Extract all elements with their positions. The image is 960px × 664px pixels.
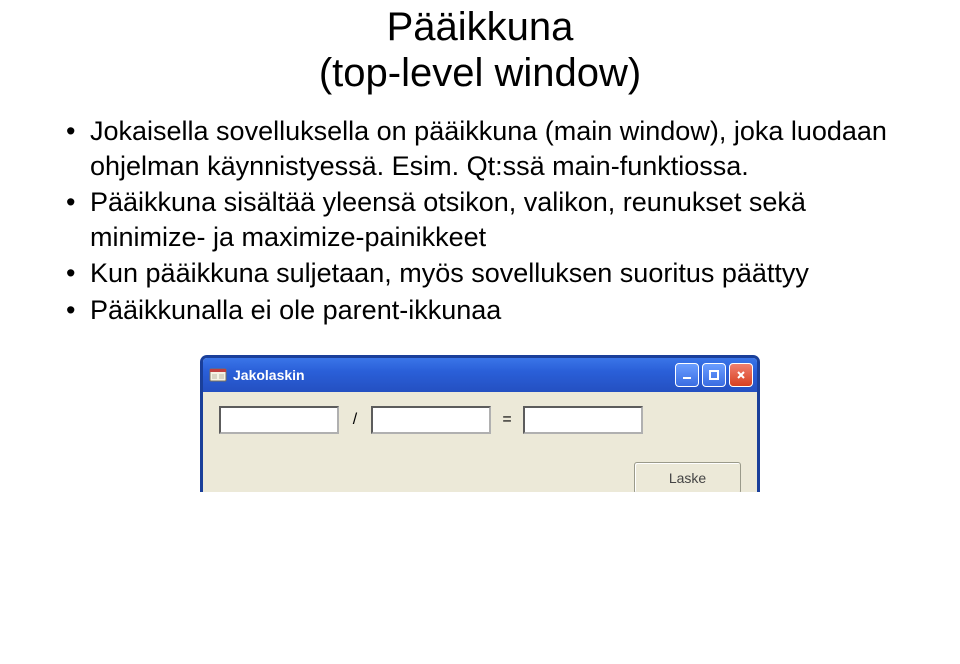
window-chrome: Jakolaskin <box>200 355 760 502</box>
slide: Pääikkuna (top-level window) Jokaisella … <box>0 0 960 664</box>
app-icon <box>209 366 227 384</box>
divide-label: / <box>349 411 361 429</box>
bullet-item: Pääikkuna sisältää yleensä otsikon, vali… <box>60 185 900 254</box>
bullet-item: Kun pääikkuna suljetaan, myös sovellukse… <box>60 256 900 291</box>
screenshot-window: Jakolaskin <box>200 355 760 502</box>
result-input[interactable] <box>523 406 643 434</box>
button-row: Laske <box>219 462 741 494</box>
maximize-button[interactable] <box>702 363 726 387</box>
calculate-button[interactable]: Laske <box>634 462 741 494</box>
minimize-button[interactable] <box>675 363 699 387</box>
equals-label: = <box>501 411 513 429</box>
input-row: / = <box>219 406 741 434</box>
bullet-item: Jokaisella sovelluksella on pääikkuna (m… <box>60 114 900 183</box>
window-buttons <box>675 363 753 387</box>
client-area: / = Laske <box>203 392 757 502</box>
operand-2-input[interactable] <box>371 406 491 434</box>
close-button[interactable] <box>729 363 753 387</box>
titlebar: Jakolaskin <box>203 358 757 392</box>
window-title: Jakolaskin <box>233 367 675 383</box>
bullet-item: Pääikkunalla ei ole parent-ikkunaa <box>60 293 900 328</box>
operand-1-input[interactable] <box>219 406 339 434</box>
bullet-list: Jokaisella sovelluksella on pääikkuna (m… <box>60 114 900 327</box>
calculate-button-label: Laske <box>669 470 706 486</box>
crop-mask <box>190 492 770 522</box>
slide-title: Pääikkuna (top-level window) <box>60 4 900 96</box>
title-line-2: (top-level window) <box>319 51 641 95</box>
title-line-1: Pääikkuna <box>387 5 574 49</box>
